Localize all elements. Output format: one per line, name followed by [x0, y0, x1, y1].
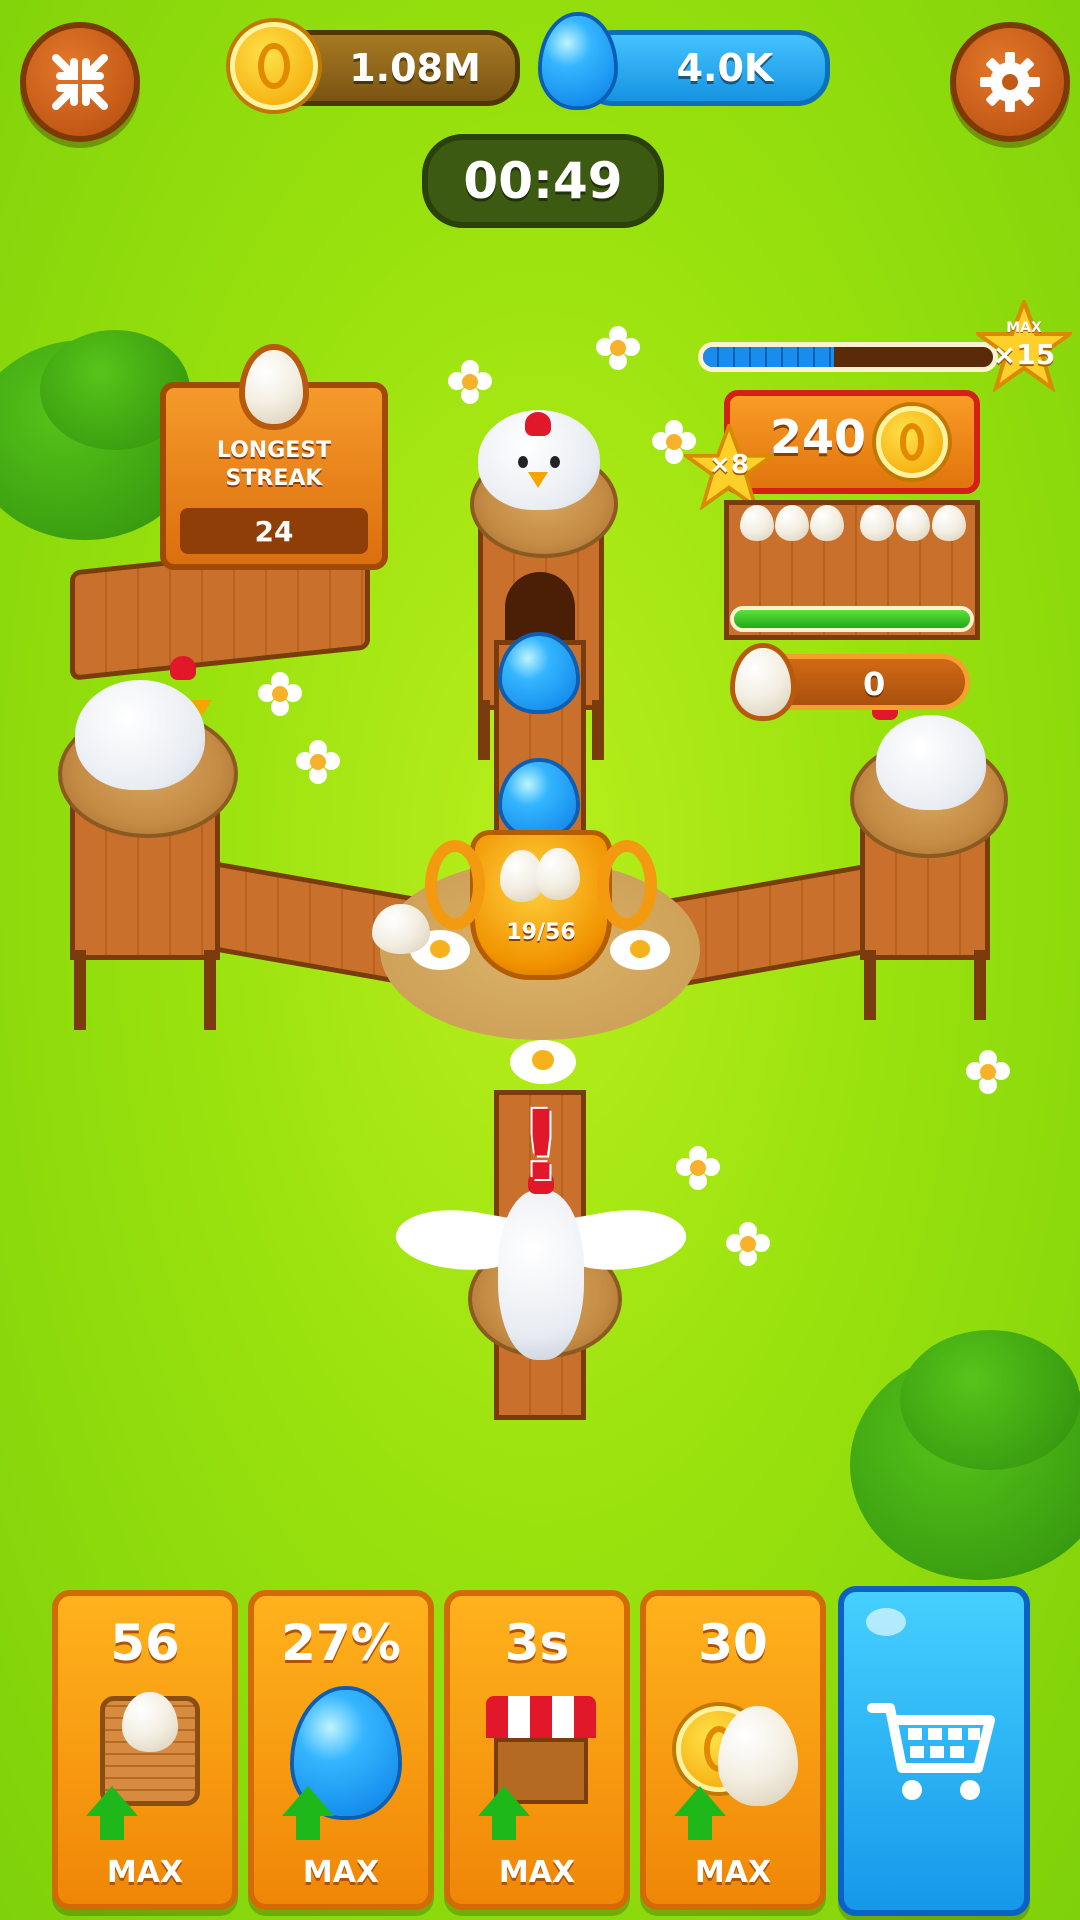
right-post-2: [974, 950, 986, 1020]
upgrade-value: 27%: [281, 1614, 401, 1672]
upgrade-card-coin-value[interactable]: 30 MAX: [640, 1590, 826, 1910]
shop-button[interactable]: [838, 1586, 1030, 1916]
flower-5: [676, 1146, 720, 1190]
tower-door: [505, 572, 575, 642]
flower-3: [258, 672, 302, 716]
upgrade-arrow-icon: [674, 1786, 726, 1840]
flower-4: [296, 740, 340, 784]
left-hen-beak: [192, 700, 212, 716]
blue-egg-icon: [542, 16, 614, 106]
egg-count-value: 0: [863, 665, 886, 703]
upgrade-max-label: MAX: [498, 1855, 576, 1890]
flower-1: [448, 360, 492, 404]
crate-egg-6: [932, 505, 966, 541]
left-post-1: [74, 950, 86, 1030]
crate-egg-1: [740, 505, 774, 541]
crate-egg-5: [896, 505, 930, 541]
upgrade-arrow-icon: [478, 1786, 530, 1840]
cracked-shell: [372, 904, 430, 954]
crate-egg-2: [775, 505, 809, 541]
fried-egg-3: [510, 1040, 576, 1084]
streak-value-box: 24: [180, 508, 368, 554]
streak-label-2: STREAK: [225, 466, 323, 491]
cart-icon: [867, 1703, 995, 1800]
trophy-progress: 19/56: [506, 920, 576, 945]
coin-egg-egg: [718, 1706, 798, 1806]
collapse-arrows-icon: [52, 54, 108, 110]
gems-value: 4.0K: [676, 46, 774, 90]
upgrade-card-gem-chance[interactable]: 27% MAX: [248, 1590, 434, 1910]
max-star-label: MAX: [1006, 320, 1042, 336]
left-hen-comb: [170, 656, 196, 680]
upgrade-value: 3s: [504, 1614, 570, 1672]
top-hen-eye-right: [550, 456, 560, 468]
right-post-1: [864, 950, 876, 1020]
coins-value: 1.08M: [349, 46, 481, 90]
top-hen-beak: [528, 472, 548, 488]
flower-2: [596, 326, 640, 370]
upgrade-max-label: MAX: [302, 1855, 380, 1890]
top-hen-comb: [525, 412, 551, 436]
upgrade-value: 56: [110, 1614, 180, 1672]
round-timer: 00:49: [422, 134, 664, 228]
max-star-multiplier: ×15: [992, 338, 1056, 371]
upgrade-value: 30: [698, 1614, 768, 1672]
timer-text: 00:49: [463, 152, 623, 210]
stall-progress-fill: [734, 610, 970, 628]
trophy-egg-2: [536, 848, 580, 900]
trophy-handle-left: [425, 840, 485, 930]
upgrade-card-speed[interactable]: 3s MAX: [444, 1590, 630, 1910]
stall-progress-bar: [730, 606, 974, 632]
flower-7: [966, 1050, 1010, 1094]
upgrade-max-label: MAX: [106, 1855, 184, 1890]
left-hen: [75, 680, 205, 790]
flower-8: [652, 420, 696, 464]
bush-right-2: [900, 1330, 1080, 1470]
alert-mark: !: [519, 1090, 563, 1202]
streak-egg-icon: [245, 350, 303, 424]
streak-value: 24: [254, 514, 294, 548]
tower-post-left: [478, 700, 490, 760]
market-stall-icon: [486, 1696, 596, 1738]
game-stage: 1.08M 4.0K 00:49 LONGEST STREAK 24 19/56…: [0, 0, 1080, 1920]
gear-icon: [980, 52, 1040, 112]
settings-button[interactable]: [950, 22, 1070, 142]
crate-egg-4: [860, 505, 894, 541]
tower-post-right: [592, 700, 604, 760]
flower-6: [726, 1222, 770, 1266]
fried-egg-2: [610, 930, 670, 970]
gems-counter: 4.0K: [580, 30, 830, 106]
multiplier-bar-fill: [703, 347, 834, 367]
multiplier-bar: [698, 342, 998, 372]
right-bridge: [670, 861, 880, 989]
streak-label-1: LONGEST: [216, 438, 332, 463]
upgrade-arrow-icon: [282, 1786, 334, 1840]
bottom-hen: [498, 1190, 584, 1360]
stall-price: 240: [770, 410, 867, 464]
upgrade-arrow-icon: [86, 1786, 138, 1840]
trophy: [470, 830, 612, 980]
trophy-handle-right: [597, 840, 657, 930]
stall-coin-icon: [876, 406, 948, 478]
top-hen-eye-left: [518, 456, 528, 468]
upgrade-max-label: MAX: [694, 1855, 772, 1890]
shop-button-shine: [866, 1608, 906, 1636]
upgrade-card-basket[interactable]: 56 MAX: [52, 1590, 238, 1910]
coin-icon: [230, 22, 318, 110]
crate-egg-3: [810, 505, 844, 541]
collapse-button[interactable]: [20, 22, 140, 142]
basket-egg: [122, 1692, 178, 1752]
multiplier-star-text: ×8: [709, 450, 749, 480]
left-post-2: [204, 950, 216, 1030]
right-hen: [876, 715, 986, 810]
